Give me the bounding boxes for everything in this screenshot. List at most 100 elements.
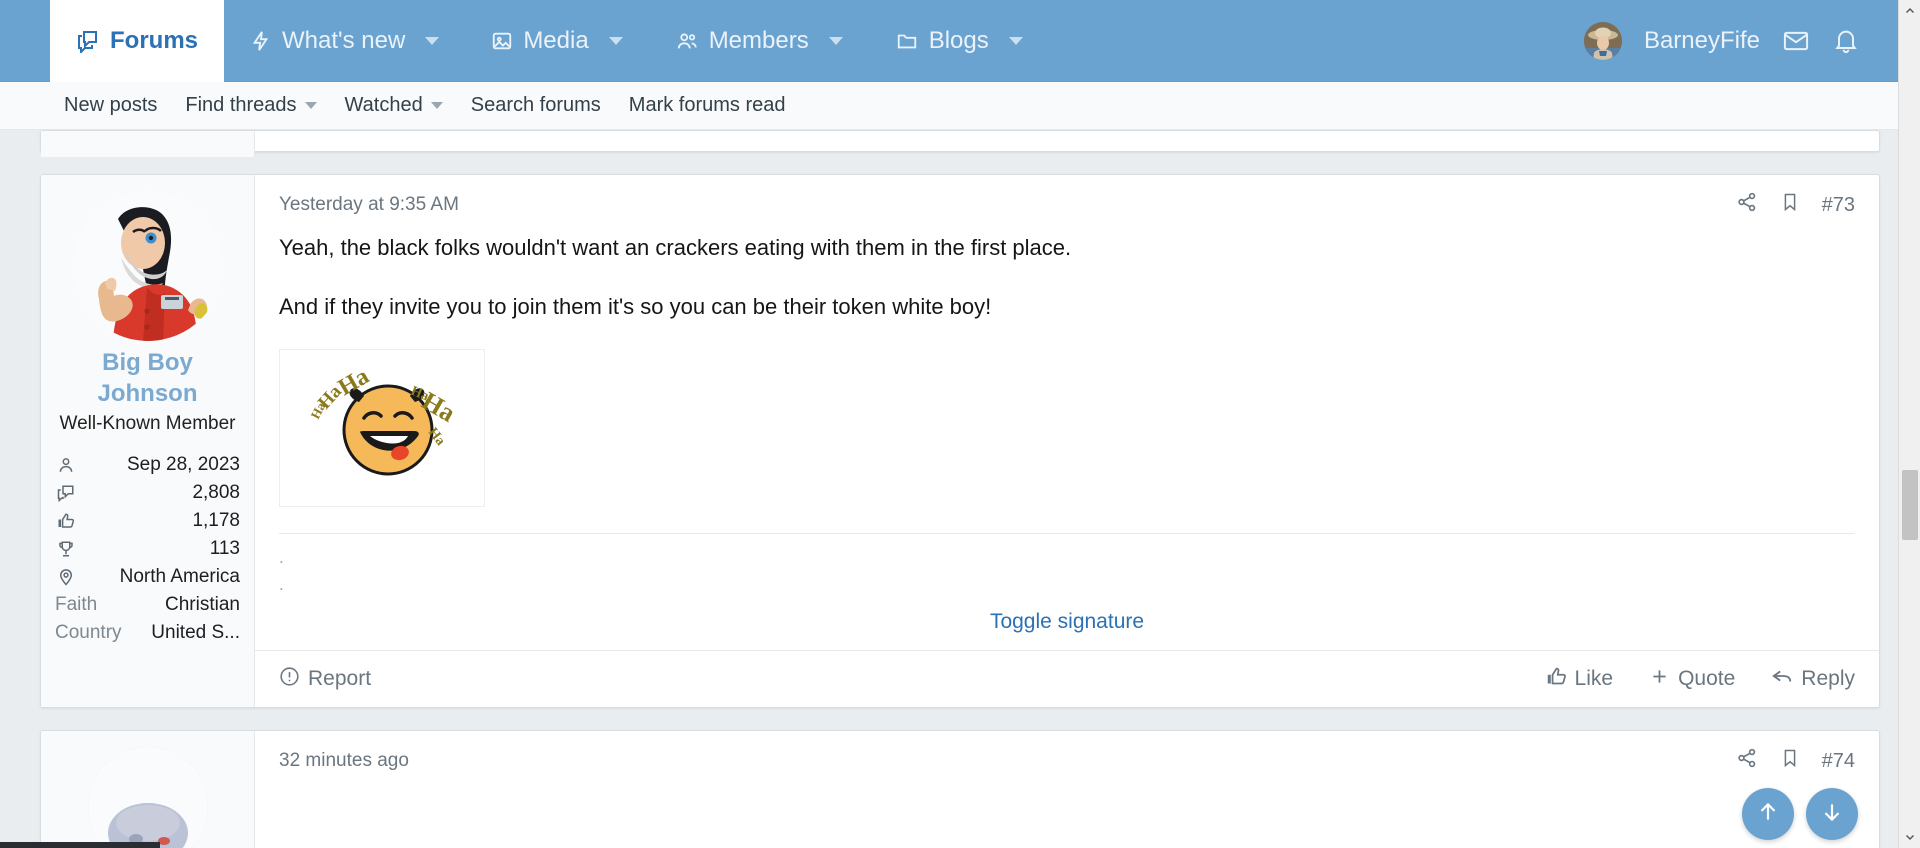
bell-icon[interactable]	[1832, 27, 1860, 55]
nav-tab-label: Blogs	[928, 27, 989, 54]
nav-tab-media[interactable]: Media	[465, 0, 648, 82]
post-header: 32 minutes ago #74	[255, 731, 1879, 779]
nav-tab-whats-new[interactable]: What's new	[224, 0, 465, 82]
toggle-signature-link[interactable]: Toggle signature	[990, 610, 1144, 633]
stat-value: North America	[119, 566, 240, 588]
subnav-item-watched[interactable]: Watched	[331, 94, 457, 117]
scrollbar-thumb[interactable]	[1902, 470, 1918, 540]
post-date[interactable]: Yesterday at 9:35 AM	[279, 194, 459, 216]
nav-tab-label: Media	[523, 27, 589, 54]
subnav-item-find-threads[interactable]: Find threads	[171, 94, 330, 117]
share-icon[interactable]	[1736, 191, 1758, 219]
subnav-item-search-forums[interactable]: Search forums	[457, 94, 615, 117]
nav-tab-blogs[interactable]: Blogs	[869, 0, 1049, 82]
reply-label: Reply	[1801, 667, 1855, 691]
post-card: Big Boy Johnson Well-Known Member Sep 28…	[40, 174, 1880, 709]
stat-value: 1,178	[192, 510, 240, 532]
message-icon	[55, 484, 77, 503]
subnav-label: Watched	[344, 94, 423, 116]
forums-icon	[76, 29, 100, 53]
folder-icon	[895, 30, 919, 52]
stat-reactions: 1,178	[55, 507, 240, 535]
signature-line: .	[279, 575, 284, 595]
post-author-sidebar: Big Boy Johnson Well-Known Member Sep 28…	[41, 175, 255, 708]
post-paragraph: Yeah, the black folks wouldn't want an c…	[279, 235, 1072, 260]
thumbup-icon	[1546, 666, 1567, 693]
subnav-label: New posts	[64, 94, 158, 116]
toggle-signature-wrap: Toggle signature	[255, 598, 1879, 650]
navbar-user-area: BarneyFife	[1583, 0, 1920, 82]
stat-joined: Sep 28, 2023	[55, 451, 240, 479]
custom-field-country: Country United S...	[55, 619, 240, 647]
avatar[interactable]	[87, 747, 208, 848]
post-header: Yesterday at 9:35 AM #73	[255, 175, 1879, 223]
report-label: Report	[308, 667, 372, 691]
like-label: Like	[1574, 667, 1614, 691]
quote-label: Quote	[1678, 667, 1736, 691]
post-author-name[interactable]: Big Boy Johnson	[55, 347, 240, 409]
post-body: Yeah, the black folks wouldn't want an c…	[255, 223, 1879, 517]
navbar-username[interactable]: BarneyFife	[1644, 27, 1760, 55]
post-header-actions: #73	[1736, 191, 1855, 219]
nav-tab-forums[interactable]: Forums	[50, 0, 225, 82]
post-footer-actions: Like Quote Reply	[1546, 665, 1855, 693]
post-date[interactable]: 32 minutes ago	[279, 750, 409, 772]
subnav-item-mark-forums-read[interactable]: Mark forums read	[615, 94, 800, 117]
chevron-down-icon[interactable]	[430, 102, 443, 109]
vertical-scrollbar[interactable]	[1898, 0, 1920, 848]
thumbup-icon	[55, 512, 77, 530]
bookmark-icon[interactable]	[1780, 747, 1800, 775]
subnav-item-new-posts[interactable]: New posts	[50, 94, 171, 117]
like-button[interactable]: Like	[1546, 666, 1614, 693]
post-signature: . .	[255, 534, 1879, 598]
subnav-label: Search forums	[470, 94, 601, 116]
nav-tab-members[interactable]: Members	[649, 0, 869, 82]
taskbar-edge	[0, 842, 160, 848]
share-icon[interactable]	[1736, 747, 1758, 775]
image-icon	[491, 30, 513, 52]
report-button[interactable]: Report	[279, 666, 371, 693]
quote-button[interactable]: Quote	[1649, 666, 1735, 693]
stat-value: 2,808	[192, 482, 240, 504]
avatar[interactable]	[72, 191, 223, 341]
chevron-down-icon[interactable]	[608, 37, 623, 45]
scroll-to-bottom-button[interactable]	[1806, 788, 1858, 840]
warning-circle-icon	[279, 666, 300, 693]
field-key: Country	[55, 622, 122, 644]
reply-button[interactable]: Reply	[1771, 665, 1855, 693]
post-number[interactable]: #73	[1822, 194, 1855, 217]
next-post-card-partial: 32 minutes ago #74	[40, 730, 1880, 848]
post-paragraph: And if they invite you to join them it's…	[279, 294, 992, 319]
pin-icon	[55, 568, 77, 586]
post-author-sidebar	[41, 731, 255, 848]
subnav-label: Mark forums read	[628, 94, 786, 116]
post-header-actions: #74	[1736, 747, 1855, 775]
field-value: United S...	[151, 622, 240, 644]
post-author-sidebar	[41, 131, 255, 157]
stat-value: 113	[209, 538, 240, 560]
subnav-label: Find threads	[185, 94, 297, 116]
scroll-to-top-button[interactable]	[1742, 788, 1794, 840]
chevron-down-icon[interactable]	[1008, 37, 1023, 45]
members-icon	[675, 30, 699, 52]
avatar[interactable]	[1583, 22, 1622, 60]
bookmark-icon[interactable]	[1780, 191, 1800, 219]
post-number[interactable]: #74	[1822, 750, 1855, 773]
custom-field-faith: Faith Christian	[55, 591, 240, 619]
chevron-down-icon[interactable]	[828, 37, 843, 45]
chevron-down-icon[interactable]	[304, 102, 317, 109]
field-value: Christian	[165, 594, 240, 616]
chevron-up-icon[interactable]	[1899, 0, 1920, 22]
previous-post-card-partial	[40, 130, 1880, 157]
post-main: Yesterday at 9:35 AM #73 Yeah, the black…	[255, 175, 1879, 707]
bolt-icon	[250, 29, 272, 53]
chevron-down-icon[interactable]	[1899, 826, 1920, 848]
chevron-down-icon[interactable]	[425, 37, 440, 45]
post-author-title: Well-Known Member	[59, 413, 236, 435]
person-icon	[55, 456, 77, 474]
arrow-up-icon	[1755, 799, 1781, 830]
trophy-icon	[55, 540, 77, 558]
envelope-icon[interactable]	[1782, 27, 1810, 55]
post-image[interactable]: Ha Ha Ha Ha Ha Ha	[279, 349, 485, 507]
post-main	[255, 131, 1879, 151]
